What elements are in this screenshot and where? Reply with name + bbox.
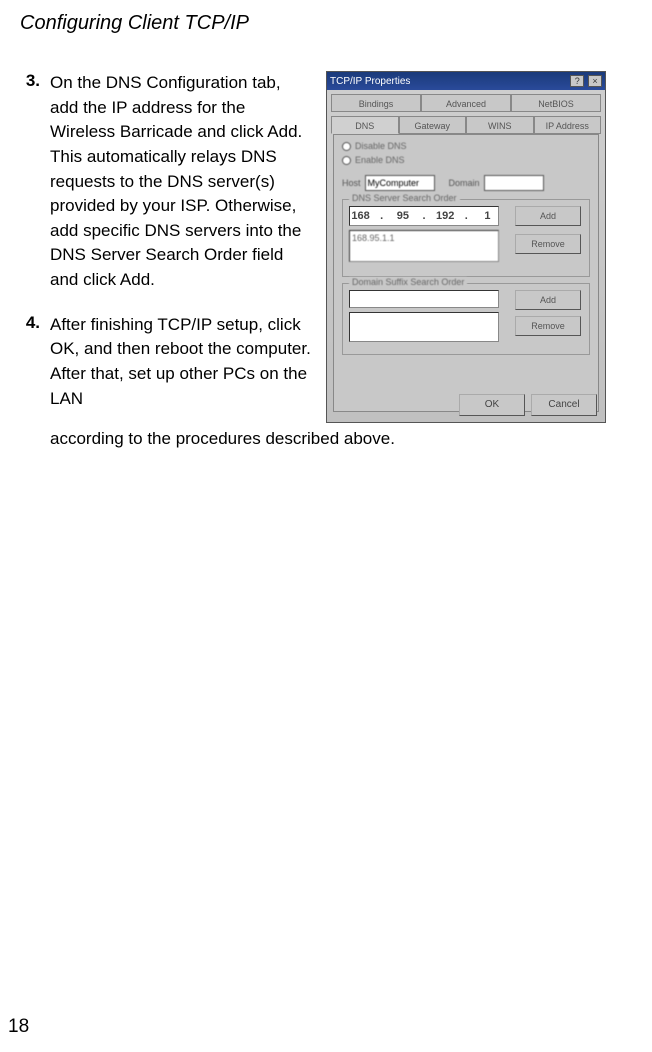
dns-server-group: DNS Server Search Order 168. 95. 192. 1 … [342, 199, 590, 277]
ok-button[interactable]: OK [459, 394, 525, 416]
titlebar-buttons: ? × [569, 75, 602, 87]
tab-row-2: DNS Configuration Gateway WINS Configura… [331, 116, 601, 134]
disable-dns-label: Disable DNS [355, 141, 407, 151]
add-suffix-button[interactable]: Add [515, 290, 581, 310]
step-4-number: 4. [20, 313, 50, 412]
host-label: Host [342, 178, 361, 188]
tab-gateway[interactable]: Gateway [399, 116, 467, 134]
enable-dns-label: Enable DNS [355, 155, 405, 165]
dialog-bottom-buttons: OK Cancel [459, 394, 597, 416]
dns-list[interactable]: 168.95.1.1 [349, 230, 499, 262]
dialog-title: TCP/IP Properties [330, 76, 410, 87]
ip-d: 1 [477, 210, 498, 222]
step-3-text: On the DNS Configuration tab, add the IP… [50, 71, 312, 293]
add-button[interactable]: Add [515, 206, 581, 226]
domain-input[interactable] [484, 175, 544, 191]
disable-dns-radio[interactable]: Disable DNS [342, 141, 590, 151]
page-header: Configuring Client TCP/IP [20, 12, 632, 35]
host-input[interactable] [365, 175, 435, 191]
step-3: 3. On the DNS Configuration tab, add the… [20, 71, 312, 293]
suffix-input[interactable] [349, 290, 499, 308]
dns-server-group-label: DNS Server Search Order [349, 193, 460, 203]
tab-bindings[interactable]: Bindings [331, 94, 421, 112]
page-number: 18 [8, 1016, 29, 1038]
ip-b: 95 [392, 210, 413, 222]
radio-icon [342, 156, 351, 165]
tab-netbios[interactable]: NetBIOS [511, 94, 601, 112]
dialog-titlebar: TCP/IP Properties ? × [327, 72, 605, 90]
dns-panel: Disable DNS Enable DNS Host Domain DNS S… [333, 134, 599, 412]
host-domain-row: Host Domain [342, 175, 590, 191]
tab-wins[interactable]: WINS Configuration [466, 116, 534, 134]
close-icon[interactable]: × [588, 75, 602, 87]
ip-c: 192 [435, 210, 456, 222]
ip-a: 168 [350, 210, 371, 222]
tab-dns-configuration[interactable]: DNS Configuration [331, 116, 399, 134]
domain-suffix-group: Domain Suffix Search Order Add Remove [342, 283, 590, 355]
domain-suffix-group-label: Domain Suffix Search Order [349, 277, 467, 287]
tcpip-dialog: TCP/IP Properties ? × Bindings Advanced … [326, 71, 606, 423]
enable-dns-radio[interactable]: Enable DNS [342, 155, 590, 165]
content-row: 3. On the DNS Configuration tab, add the… [20, 71, 632, 431]
suffix-list[interactable] [349, 312, 499, 342]
tab-ip-address[interactable]: IP Address [534, 116, 602, 134]
tab-advanced[interactable]: Advanced [421, 94, 511, 112]
help-icon[interactable]: ? [570, 75, 584, 87]
step-4-text-narrow: After finishing TCP/IP setup, click OK, … [50, 313, 312, 412]
remove-suffix-button[interactable]: Remove [515, 316, 581, 336]
radio-icon [342, 142, 351, 151]
tab-row-1: Bindings Advanced NetBIOS [331, 94, 601, 112]
step-3-number: 3. [20, 71, 50, 293]
cancel-button[interactable]: Cancel [531, 394, 597, 416]
domain-label: Domain [449, 178, 480, 188]
remove-button[interactable]: Remove [515, 234, 581, 254]
ip-entry[interactable]: 168. 95. 192. 1 [349, 206, 499, 226]
text-column: 3. On the DNS Configuration tab, add the… [20, 71, 312, 431]
step-4: 4. After finishing TCP/IP setup, click O… [20, 313, 312, 412]
step-4-text-wide: according to the procedures described ab… [20, 427, 632, 452]
